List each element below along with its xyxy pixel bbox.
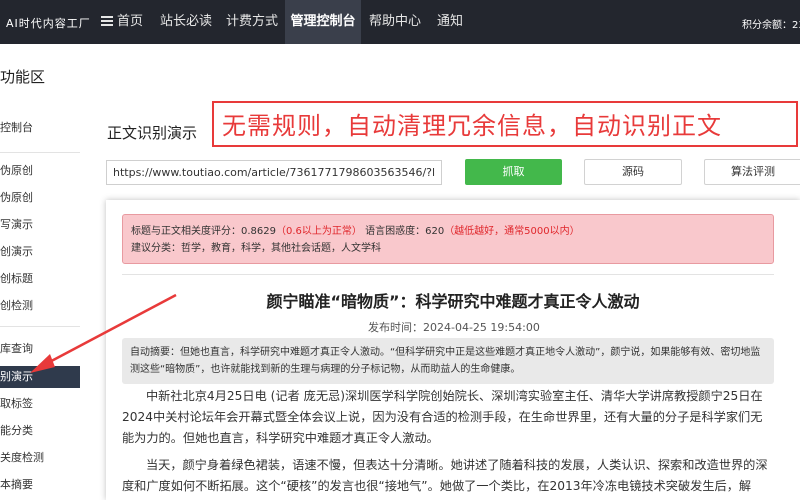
article-paragraph: 中新社北京4月25日电 (记者 庞无忌)深圳医学科学院创始院长、深圳湾实验室主任…	[122, 389, 763, 445]
category-suggestion: 建议分类：哲学，教育，科学，其他社会话题，人文学科	[131, 243, 381, 254]
nav-must-read[interactable]: 站长必读	[155, 0, 217, 44]
sidebar-item-library-query[interactable]: 库查询	[0, 338, 80, 360]
nav-help[interactable]: 帮助中心	[364, 0, 426, 44]
sidebar-item-create-detect[interactable]: 创检测	[0, 295, 80, 317]
sidebar-item-create-title[interactable]: 创标题	[0, 268, 80, 290]
divider	[122, 274, 774, 275]
sidebar-item-relevance-detect[interactable]: 关度检测	[0, 447, 80, 469]
score-line: 标题与正文相关度评分：0.8629（0.6以上为正常） 语言困惑度：620（越低…	[131, 223, 765, 240]
article-paragraph: 当天，颜宁身着绿色裙装，语速不慢，但表达十分清晰。她讲述了随着科技的发展，人类认…	[122, 458, 768, 493]
menu-icon	[100, 16, 113, 26]
sidebar-divider	[0, 326, 80, 327]
relevance-score: 标题与正文相关度评分：0.8629	[131, 226, 276, 237]
relevance-note: （0.6以上为正常）	[276, 226, 362, 237]
highlight-annotation: 无需规则，自动清理冗余信息，自动识别正文	[212, 101, 798, 147]
sidebar-item-extract-tags[interactable]: 取标签	[0, 393, 80, 415]
nav-console[interactable]: 管理控制台	[285, 0, 361, 44]
article-panel: 标题与正文相关度评分：0.8629（0.6以上为正常） 语言困惑度：620（越低…	[106, 200, 800, 500]
perplexity-note: （越低越好，通常5000以内）	[444, 226, 580, 237]
sidebar-item-rewrite[interactable]: 伪原创	[0, 160, 80, 182]
source-button[interactable]: 源码	[584, 159, 682, 185]
fetch-button[interactable]: 抓取	[465, 159, 562, 185]
publish-time: 发布时间：2024-04-25 19:54:00	[368, 321, 540, 334]
sidebar-item-write-demo[interactable]: 写演示	[0, 214, 80, 236]
function-area-title: 功能区	[0, 68, 46, 86]
highlight-text: 无需规则，自动清理冗余信息，自动识别正文	[222, 112, 722, 140]
algorithm-eval-button[interactable]: 算法评测	[704, 159, 800, 185]
sidebar-item-rewrite-2[interactable]: 伪原创	[0, 187, 80, 209]
nav-home-label: 首页	[116, 14, 143, 29]
sidebar-item-smart-classify[interactable]: 能分类	[0, 420, 80, 442]
top-navbar: AI时代内容工厂 首页 站长必读 计费方式 管理控制台 帮助中心 通知 积分余额…	[0, 0, 800, 44]
sidebar-item-text-summary[interactable]: 本摘要	[0, 474, 80, 496]
perplexity-score: 语言困惑度：620	[365, 226, 445, 237]
sidebar-item-recognition-demo[interactable]: 别演示	[0, 366, 80, 388]
site-logo[interactable]: AI时代内容工厂	[6, 15, 91, 31]
page-title: 正文识别演示	[107, 124, 198, 142]
auto-summary: 自动摘要：但她也直言，科学研究中难题才真正令人激动。“但科学研究中正是这些难题才…	[122, 338, 774, 384]
url-input[interactable]	[106, 160, 442, 185]
article-title: 颜宁瞄准“暗物质”：科学研究中难题才真正令人激动	[266, 292, 640, 311]
points-balance: 积分余额：236	[742, 20, 800, 31]
sidebar-divider	[0, 152, 80, 153]
sidebar-item-create-demo[interactable]: 创演示	[0, 241, 80, 263]
score-box: 标题与正文相关度评分：0.8629（0.6以上为正常） 语言困惑度：620（越低…	[122, 214, 774, 264]
nav-home[interactable]: 首页	[100, 0, 144, 44]
nav-notice[interactable]: 通知	[432, 0, 468, 44]
nav-pricing[interactable]: 计费方式	[222, 0, 282, 44]
sidebar-item-console[interactable]: 控制台	[0, 117, 80, 139]
